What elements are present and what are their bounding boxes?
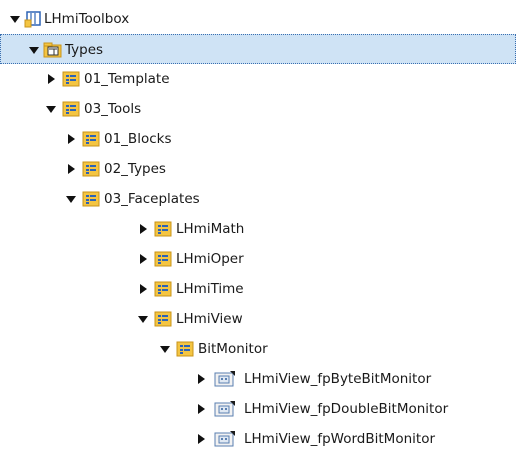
expand-arrow-icon[interactable] [138,316,148,323]
collapse-arrow-icon[interactable] [198,404,205,414]
tree-item-fpbytebitmonitor[interactable]: LHmiView_fpByteBitMonitor [0,364,516,394]
folder-icon [154,280,172,298]
tree-item-label: BitMonitor [198,341,268,357]
folder-icon [82,130,100,148]
tree-item-label: 01_Blocks [104,131,172,147]
tree-item-01-template[interactable]: 01_Template [0,64,516,94]
tree-item-label: 02_Types [104,161,166,177]
tree-item-03-tools[interactable]: 03_Tools [0,94,516,124]
tree-item-lhmioper[interactable]: LHmiOper [0,244,516,274]
folder-icon [82,160,100,178]
folder-icon [154,250,172,268]
tree-item-label: 03_Faceplates [104,191,200,207]
collapse-arrow-icon[interactable] [140,224,147,234]
collapse-arrow-icon[interactable] [198,374,205,384]
collapse-arrow-icon[interactable] [68,164,75,174]
folder-icon [82,190,100,208]
tree-item-lhmitime[interactable]: LHmiTime [0,274,516,304]
tree-item-lhmimath[interactable]: LHmiMath [0,214,516,244]
tree-item-label: LHmiView_fpDoubleBitMonitor [244,401,449,417]
tree-item-03-faceplates[interactable]: 03_Faceplates [0,184,516,214]
tree-item-label: LHmiView_fpWordBitMonitor [244,431,436,447]
tree-item-label: LHmiView_fpByteBitMonitor [244,371,432,387]
tree-item-label: 03_Tools [84,101,142,117]
collapse-arrow-icon[interactable] [48,74,55,84]
tree-item-label: LHmiMath [176,221,245,237]
tree-item-fpdoublebitmonitor[interactable]: LHmiView_fpDoubleBitMonitor [0,394,516,424]
folder-icon [154,220,172,238]
expand-arrow-icon[interactable] [46,106,56,113]
tree-item-fpwordbitmonitor[interactable]: LHmiView_fpWordBitMonitor [0,424,516,454]
tree-item-lhmiview[interactable]: LHmiView [0,304,516,334]
expand-arrow-icon[interactable] [29,47,39,54]
collapse-arrow-icon[interactable] [140,254,147,264]
folder-icon [62,100,80,118]
tree-item-label: LHmiToolbox [44,11,130,27]
expand-arrow-icon[interactable] [160,346,170,353]
tree-item-bitmonitor[interactable]: BitMonitor [0,334,516,364]
collapse-arrow-icon[interactable] [198,434,205,444]
collapse-arrow-icon[interactable] [68,134,75,144]
tree-item-label: LHmiView [176,311,243,327]
project-tree: LHmiToolbox Types 01_Template 03_Tools 0… [0,0,516,460]
expand-arrow-icon[interactable] [10,16,20,23]
folder-icon [62,70,80,88]
types-folder-icon [43,41,62,59]
tree-item-label: LHmiTime [176,281,244,297]
tree-item-02-types[interactable]: 02_Types [0,154,516,184]
tree-item-label: 01_Template [84,71,170,87]
tree-item-label: LHmiOper [176,251,244,267]
faceplate-type-icon [214,430,235,448]
tree-item-types[interactable]: Types [0,34,516,64]
tree-item-label: Types [65,42,104,58]
faceplate-type-icon [214,400,235,418]
folder-icon [154,310,172,328]
faceplate-type-icon [214,370,235,388]
tree-item-lhmitoolbox[interactable]: LHmiToolbox [0,4,516,34]
collapse-arrow-icon[interactable] [140,284,147,294]
library-icon [24,10,42,28]
tree-item-01-blocks[interactable]: 01_Blocks [0,124,516,154]
expand-arrow-icon[interactable] [66,196,76,203]
folder-icon [176,340,194,358]
